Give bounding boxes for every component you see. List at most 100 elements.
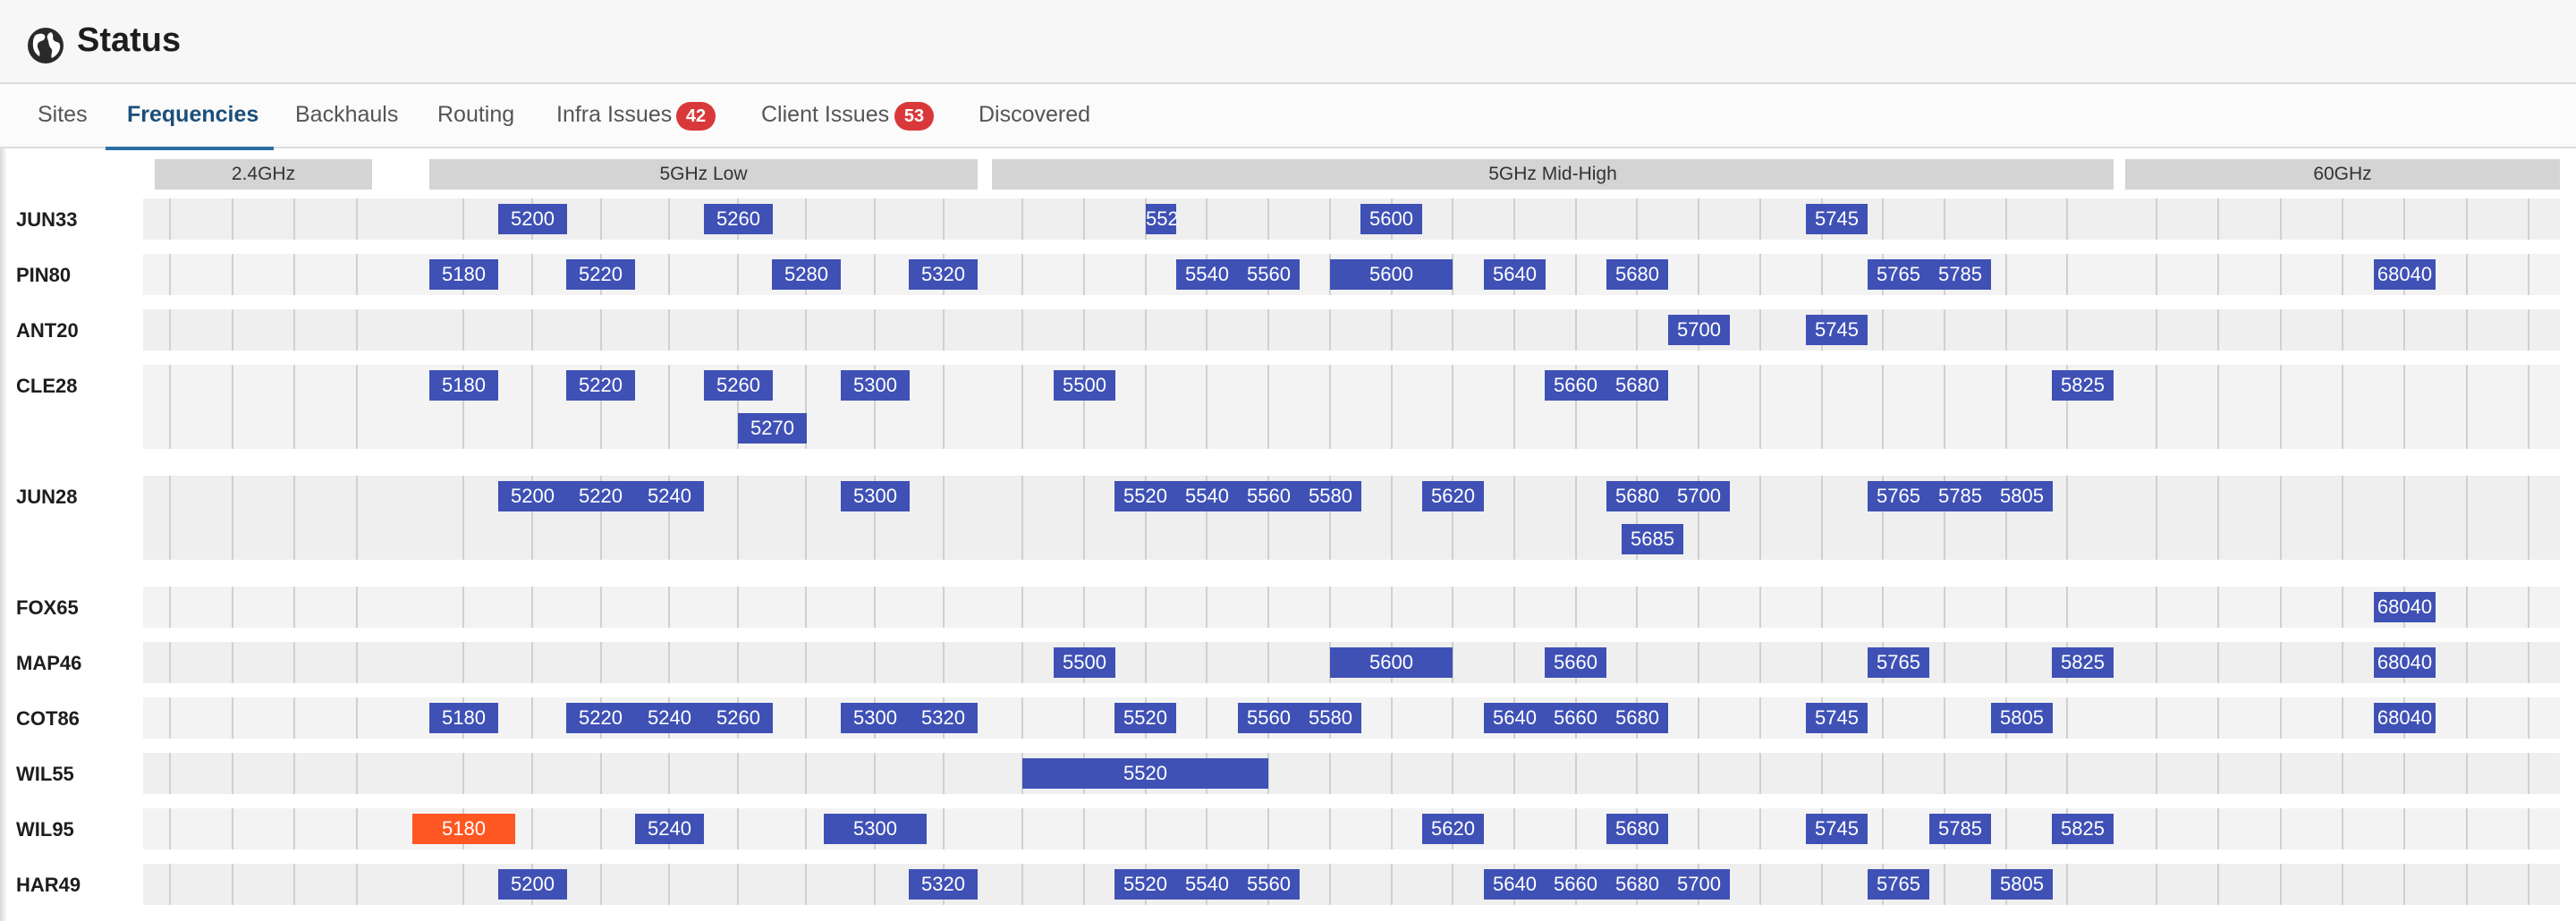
channel-chip[interactable]: 5180 xyxy=(429,370,498,401)
channel-chip[interactable]: 5700 xyxy=(1668,481,1730,511)
channel-chip[interactable]: 5620 xyxy=(1422,814,1484,844)
channel-chip[interactable]: 552 xyxy=(1146,204,1176,234)
tab-discovered[interactable]: Discovered xyxy=(979,84,1095,148)
channel-chip[interactable]: 5220 xyxy=(566,703,635,733)
site-name[interactable]: CLE28 xyxy=(16,375,77,398)
channel-chip[interactable]: 5765 xyxy=(1868,869,1929,900)
channel-chip[interactable]: 5220 xyxy=(566,481,635,511)
channel-chip[interactable]: 5805 xyxy=(1991,481,2053,511)
channel-chip[interactable]: 5240 xyxy=(635,814,704,844)
channel-chip[interactable]: 68040 xyxy=(2374,647,2436,678)
channel-chip[interactable]: 5745 xyxy=(1806,814,1868,844)
channel-chip[interactable]: 5600 xyxy=(1360,204,1422,234)
channel-chip[interactable]: 5220 xyxy=(566,259,635,290)
channel-chip[interactable]: 5805 xyxy=(1991,703,2053,733)
site-name[interactable]: WIL55 xyxy=(16,763,74,786)
channel-chip[interactable]: 5280 xyxy=(772,259,841,290)
channel-chip[interactable]: 5300 xyxy=(841,481,910,511)
channel-chip[interactable]: 5785 xyxy=(1929,481,1991,511)
tab-frequencies[interactable]: Frequencies xyxy=(106,84,274,150)
channel-chip[interactable]: 5825 xyxy=(2052,647,2114,678)
channel-chip[interactable]: 5825 xyxy=(2052,370,2114,401)
tab-backhauls[interactable]: Backhauls xyxy=(295,84,402,148)
channel-chip[interactable]: 5520 xyxy=(1114,481,1176,511)
site-name[interactable]: WIL95 xyxy=(16,818,74,841)
channel-chip[interactable]: 5685 xyxy=(1622,524,1683,554)
channel-chip[interactable]: 5640 xyxy=(1484,869,1546,900)
channel-chip[interactable]: 5580 xyxy=(1300,481,1361,511)
channel-chip[interactable]: 5660 xyxy=(1545,370,1606,401)
channel-chip[interactable]: 5765 xyxy=(1868,481,1929,511)
channel-chip[interactable]: 68040 xyxy=(2374,592,2436,622)
channel-chip[interactable]: 5680 xyxy=(1606,814,1668,844)
channel-chip[interactable]: 5660 xyxy=(1545,869,1606,900)
site-name[interactable]: JUN28 xyxy=(16,486,77,509)
channel-chip[interactable]: 5805 xyxy=(1991,869,2053,900)
channel-chip[interactable]: 5240 xyxy=(635,703,704,733)
channel-chip[interactable]: 5765 xyxy=(1868,259,1929,290)
channel-chip[interactable]: 5600 xyxy=(1330,259,1453,290)
channel-chip[interactable]: 5680 xyxy=(1606,869,1668,900)
channel-chip[interactable]: 5540 xyxy=(1176,869,1238,900)
site-name[interactable]: JUN33 xyxy=(16,208,77,232)
channel-chip[interactable]: 5560 xyxy=(1238,481,1300,511)
channel-chip[interactable]: 5785 xyxy=(1929,259,1991,290)
channel-chip[interactable]: 5300 xyxy=(841,370,910,401)
channel-chip[interactable]: 5320 xyxy=(909,703,978,733)
site-name[interactable]: ANT20 xyxy=(16,319,79,342)
channel-chip[interactable]: 5765 xyxy=(1868,647,1929,678)
channel-chip[interactable]: 5680 xyxy=(1606,259,1668,290)
channel-chip[interactable]: 5520 xyxy=(1022,758,1268,789)
channel-chip[interactable]: 5180 xyxy=(429,259,498,290)
channel-chip[interactable]: 5660 xyxy=(1545,647,1606,678)
channel-chip[interactable]: 5560 xyxy=(1238,703,1300,733)
site-name[interactable]: HAR49 xyxy=(16,874,80,897)
channel-chip[interactable]: 5520 xyxy=(1114,703,1176,733)
channel-chip[interactable]: 5680 xyxy=(1606,370,1668,401)
channel-chip[interactable]: 5520 xyxy=(1114,869,1176,900)
channel-chip[interactable]: 5200 xyxy=(498,869,567,900)
channel-chip[interactable]: 5500 xyxy=(1054,647,1115,678)
channel-chip[interactable]: 5320 xyxy=(909,259,978,290)
channel-chip[interactable]: 5785 xyxy=(1929,814,1991,844)
channel-chip[interactable]: 5180 xyxy=(412,814,515,844)
channel-chip[interactable]: 5680 xyxy=(1606,481,1668,511)
channel-chip[interactable]: 5700 xyxy=(1668,315,1730,345)
channel-chip[interactable]: 5200 xyxy=(498,481,567,511)
channel-chip[interactable]: 5825 xyxy=(2052,814,2114,844)
channel-chip[interactable]: 5260 xyxy=(704,204,773,234)
tab-routing[interactable]: Routing xyxy=(437,84,527,148)
channel-chip[interactable]: 5270 xyxy=(738,413,807,444)
channel-chip[interactable]: 5300 xyxy=(841,703,910,733)
channel-chip[interactable]: 5540 xyxy=(1176,259,1238,290)
channel-chip[interactable]: 5500 xyxy=(1054,370,1115,401)
channel-chip[interactable]: 5660 xyxy=(1545,703,1606,733)
channel-chip[interactable]: 5620 xyxy=(1422,481,1484,511)
channel-chip[interactable]: 5320 xyxy=(909,869,978,900)
channel-chip[interactable]: 5700 xyxy=(1668,869,1730,900)
channel-chip[interactable]: 68040 xyxy=(2374,259,2436,290)
site-name[interactable]: MAP46 xyxy=(16,652,81,675)
channel-chip[interactable]: 68040 xyxy=(2374,703,2436,733)
channel-chip[interactable]: 5240 xyxy=(635,481,704,511)
channel-chip[interactable]: 5560 xyxy=(1238,259,1300,290)
channel-chip[interactable]: 5260 xyxy=(704,703,773,733)
channel-chip[interactable]: 5200 xyxy=(498,204,567,234)
channel-chip[interactable]: 5260 xyxy=(704,370,773,401)
site-name[interactable]: PIN80 xyxy=(16,264,71,287)
channel-chip[interactable]: 5640 xyxy=(1484,259,1546,290)
channel-chip[interactable]: 5540 xyxy=(1176,481,1238,511)
channel-chip[interactable]: 5580 xyxy=(1300,703,1361,733)
channel-chip[interactable]: 5640 xyxy=(1484,703,1546,733)
channel-chip[interactable]: 5745 xyxy=(1806,703,1868,733)
channel-chip[interactable]: 5300 xyxy=(824,814,927,844)
site-name[interactable]: COT86 xyxy=(16,707,80,731)
channel-chip[interactable]: 5560 xyxy=(1238,869,1300,900)
channel-chip[interactable]: 5180 xyxy=(429,703,498,733)
site-name[interactable]: FOX65 xyxy=(16,596,79,620)
tab-client-issues[interactable]: Client Issues 53 xyxy=(761,84,940,148)
channel-chip[interactable]: 5680 xyxy=(1606,703,1668,733)
channel-chip[interactable]: 5745 xyxy=(1806,204,1868,234)
channel-chip[interactable]: 5600 xyxy=(1330,647,1453,678)
tab-infra-issues[interactable]: Infra Issues 42 xyxy=(556,84,726,148)
